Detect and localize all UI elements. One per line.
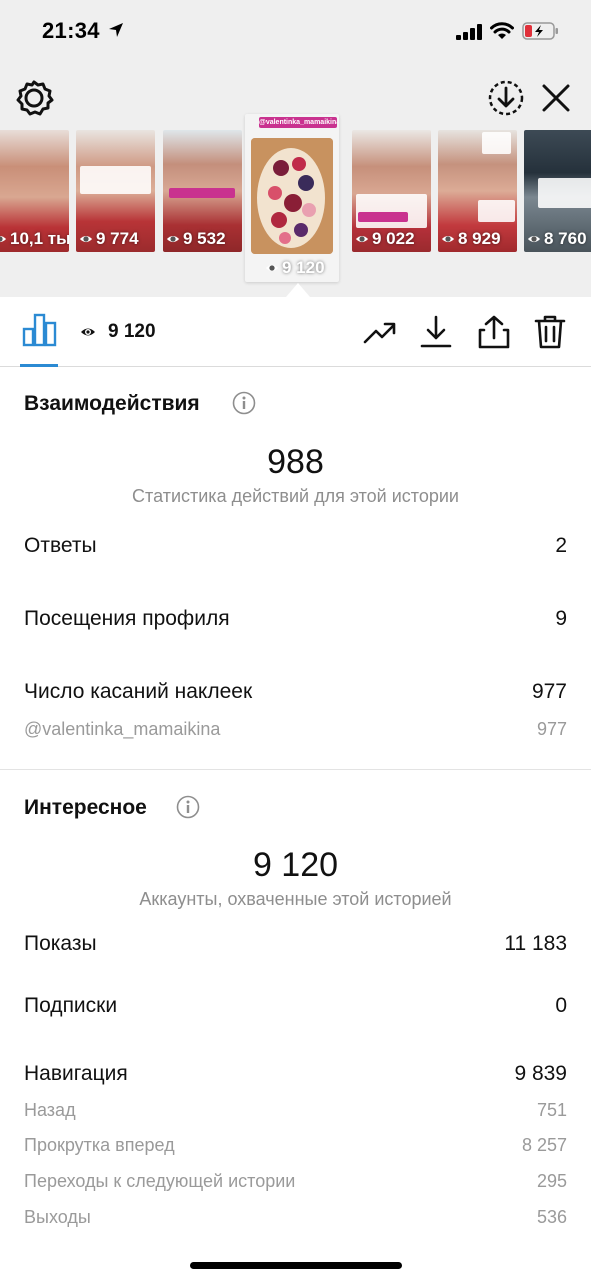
eye-icon: [81, 328, 95, 336]
stat-row-back: Назад 751: [24, 1100, 567, 1121]
story-thumbnail[interactable]: 9 022: [352, 130, 431, 252]
stat-row-forward: Прокрутка вперед 8 257: [24, 1135, 567, 1156]
toolbar-views-value: 9 120: [108, 321, 156, 342]
interactions-subtitle: Статистика действий для этой истории: [132, 486, 459, 506]
stat-label: Навигация: [24, 1062, 128, 1085]
status-bar: 21:34: [0, 0, 591, 64]
download-icon[interactable]: [418, 314, 454, 350]
stat-label: Число касаний наклеек: [24, 680, 253, 703]
location-arrow-icon: [109, 23, 123, 37]
stat-row-profile-visits: Посещения профиля 9: [24, 607, 567, 631]
stat-value: 9 839: [514, 1062, 567, 1085]
share-icon[interactable]: [476, 314, 512, 350]
interactions-total: 988: [267, 443, 324, 481]
stat-label: Ответы: [24, 534, 97, 557]
stat-row-impressions: Показы 11 183: [24, 932, 567, 956]
eye-icon: [355, 235, 369, 243]
bar-chart-icon[interactable]: [22, 313, 58, 347]
stat-value: 8 257: [521, 1135, 567, 1155]
thumbnail-views: 9 022: [372, 229, 415, 248]
thumbnail-views: 10,1 тыс: [10, 229, 69, 248]
stat-label: Подписки: [24, 994, 118, 1017]
cake-illustration: [251, 138, 333, 254]
settings-gear-icon[interactable]: [14, 78, 54, 118]
eye-icon: [265, 264, 279, 272]
stat-row-navigation: Навигация 9 839: [24, 1062, 567, 1086]
interactions-title: Взаимодействия: [24, 392, 200, 415]
wifi-icon: [490, 22, 514, 39]
stat-value: 751: [536, 1100, 567, 1120]
story-caption: [478, 200, 515, 222]
discovery-total: 9 120: [252, 846, 339, 884]
story-thumbnail[interactable]: 8 760: [524, 130, 591, 252]
thumbnail-views: 8 760: [544, 229, 587, 248]
story-thumbnail[interactable]: 9 774: [76, 130, 155, 252]
eye-icon: [527, 235, 541, 243]
cellular-signal-icon: [456, 24, 482, 40]
stat-value: 9: [555, 607, 567, 630]
stat-label: Прокрутка вперед: [24, 1135, 175, 1155]
stat-label: Показы: [24, 932, 97, 955]
stat-value: 977: [531, 680, 567, 703]
home-indicator[interactable]: [190, 1262, 402, 1269]
story-viewer-header: 21:34 10,1 ты 9 774 9 532 @valentinka_ma…: [0, 0, 591, 297]
stat-label: @valentinka_mamaikina: [24, 719, 221, 739]
stat-row-sticker-taps: Число касаний наклеек 977: [24, 680, 567, 704]
stat-value: 295: [536, 1171, 567, 1191]
stat-label: Выходы: [24, 1207, 91, 1227]
toolbar-view-count: 9 120: [80, 321, 156, 343]
stat-label: Назад: [24, 1100, 76, 1120]
story-thumbnail[interactable]: 9 532: [163, 130, 242, 252]
stat-row-next-story: Переходы к следующей истории 295: [24, 1171, 567, 1192]
story-caption: [80, 166, 151, 194]
stat-row-sticker-mention: @valentinka_mamaikina 977: [24, 719, 567, 740]
stat-value: 11 183: [504, 932, 567, 955]
story-caption: [538, 178, 591, 208]
mention-sticker: [358, 212, 408, 222]
story-caption: [482, 132, 511, 154]
stat-value: 0: [555, 994, 567, 1017]
active-tab-indicator: [20, 364, 58, 367]
mention-sticker: @valentinka_mamaikina: [259, 117, 337, 128]
eye-icon: [79, 235, 93, 243]
trending-up-icon[interactable]: [362, 314, 398, 350]
discovery-subtitle: Аккаунты, охваченные этой историей: [139, 889, 452, 909]
info-icon[interactable]: [176, 795, 200, 819]
section-divider: [0, 769, 591, 770]
status-time: 21:34: [42, 18, 100, 43]
discovery-title: Интересное: [24, 796, 147, 819]
stat-row-replies: Ответы 2: [24, 534, 567, 558]
story-image-cake: [251, 138, 333, 254]
trash-icon[interactable]: [532, 314, 568, 350]
stat-value: 536: [536, 1207, 567, 1227]
story-thumbnail[interactable]: 10,1 тыс: [0, 130, 69, 252]
mention-sticker: [169, 188, 235, 198]
stat-value: 2: [555, 534, 567, 557]
stat-label: Посещения профиля: [24, 607, 230, 630]
stat-value: 977: [536, 719, 567, 739]
stat-row-follows: Подписки 0: [24, 994, 567, 1018]
story-caption: [356, 194, 427, 228]
eye-icon: [0, 235, 7, 243]
battery-charging-icon: [522, 22, 558, 40]
stat-row-exits: Выходы 536: [24, 1207, 567, 1228]
close-icon[interactable]: [538, 80, 574, 116]
thumbnail-views: 9 532: [183, 229, 226, 248]
eye-icon: [441, 235, 455, 243]
story-toolbar: 9 120: [0, 297, 591, 367]
selection-pointer: [286, 283, 310, 297]
story-thumbnail-selected[interactable]: @valentinka_mamaikina 9 120: [245, 114, 339, 282]
story-thumbnail-strip: 10,1 тыс 9 774 9 532 @valentinka_mamaiki…: [0, 114, 591, 282]
thumbnail-views: 9 774: [96, 229, 139, 248]
eye-icon: [166, 235, 180, 243]
story-thumbnail[interactable]: 8 929: [438, 130, 517, 252]
thumbnail-views: 9 120: [282, 258, 325, 277]
thumbnail-views: 8 929: [458, 229, 501, 248]
download-circle-icon[interactable]: [486, 78, 526, 118]
stat-label: Переходы к следующей истории: [24, 1171, 296, 1191]
info-icon[interactable]: [232, 391, 256, 415]
